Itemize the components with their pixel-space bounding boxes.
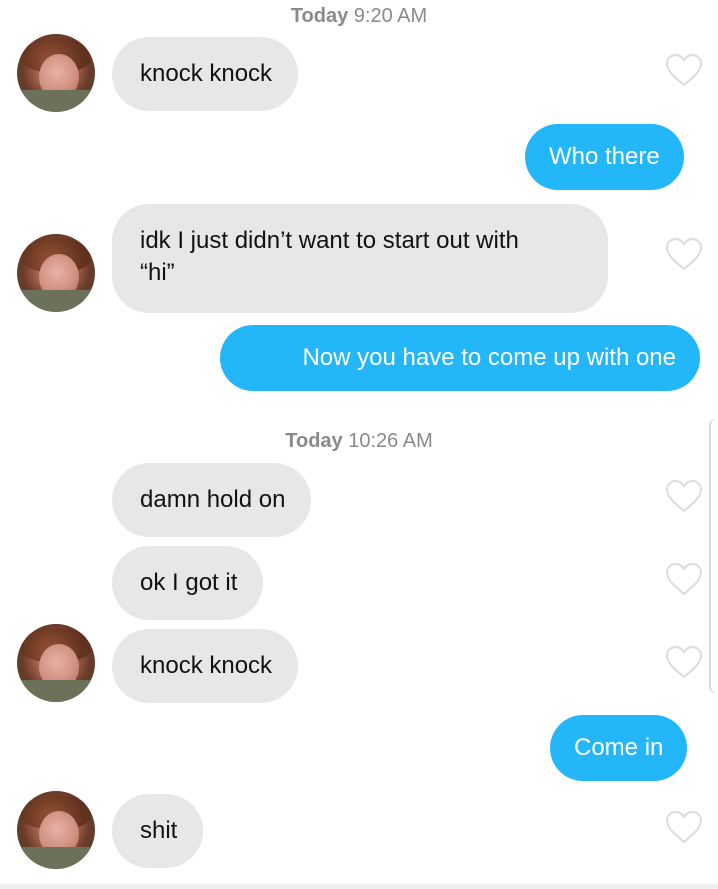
message-text: Now you have to come up with one: [302, 344, 676, 371]
timestamp-2: Today 10:26 AM: [0, 429, 718, 453]
message-bubble-incoming[interactable]: knock knock: [112, 37, 299, 111]
message-bubble-outgoing[interactable]: Now you have to come up with one: [220, 325, 700, 391]
message-bubble-incoming[interactable]: idk I just didn’t want to start out with…: [112, 204, 608, 313]
contact-avatar[interactable]: [17, 791, 95, 869]
message-text: Come in: [574, 734, 664, 761]
message-bubble-outgoing[interactable]: Come in: [550, 715, 688, 781]
heart-outline-icon[interactable]: [665, 810, 703, 844]
message-text-line: idk I just didn’t want to start out with: [140, 227, 519, 254]
message-bubble-incoming[interactable]: damn hold on: [112, 463, 312, 537]
message-text: knock knock: [140, 652, 273, 679]
scrollbar[interactable]: [709, 418, 718, 694]
contact-avatar[interactable]: [17, 34, 95, 112]
heart-outline-icon[interactable]: [665, 237, 703, 271]
contact-avatar[interactable]: [17, 234, 95, 312]
message-text: shit: [140, 817, 178, 844]
heart-outline-icon[interactable]: [665, 479, 703, 513]
timestamp-time: 10:26 AM: [348, 430, 433, 452]
message-text: Who there: [549, 143, 660, 170]
message-bubble-outgoing[interactable]: Who there: [525, 124, 684, 190]
message-bubble-incoming[interactable]: ok I got it: [112, 546, 264, 620]
divider: [0, 884, 718, 889]
heart-outline-icon[interactable]: [665, 53, 703, 87]
heart-outline-icon[interactable]: [665, 562, 703, 596]
message-bubble-incoming[interactable]: shit: [112, 794, 204, 868]
timestamp-day: Today: [285, 430, 343, 452]
timestamp-day: Today: [290, 5, 349, 27]
timestamp-1: Today 9:20 AM: [0, 4, 718, 28]
heart-outline-icon[interactable]: [665, 645, 703, 679]
message-text-line: “hi”: [140, 259, 175, 286]
contact-avatar[interactable]: [17, 624, 95, 702]
message-bubble-incoming[interactable]: knock knock: [112, 629, 299, 703]
message-text: ok I got it: [140, 569, 238, 596]
message-text: damn hold on: [140, 486, 286, 513]
message-text: knock knock: [140, 60, 273, 87]
timestamp-time: 9:20 AM: [353, 5, 428, 27]
